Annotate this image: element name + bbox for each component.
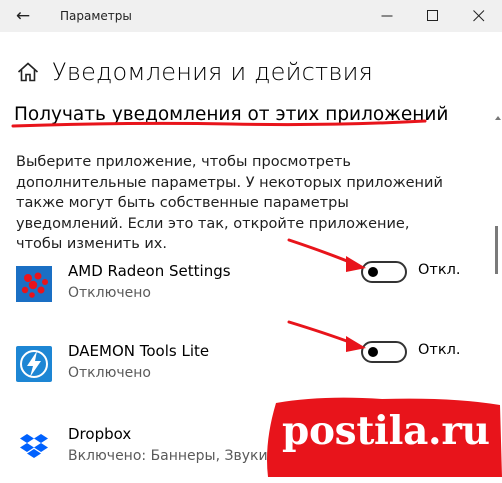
scrollbar-thumb[interactable] [495,226,498,274]
annotation-arrow-2 [287,320,366,352]
scroll-up-icon[interactable] [495,116,501,120]
annotation-arrow-1 [287,238,366,272]
watermark-text: postila.ru [282,408,490,454]
